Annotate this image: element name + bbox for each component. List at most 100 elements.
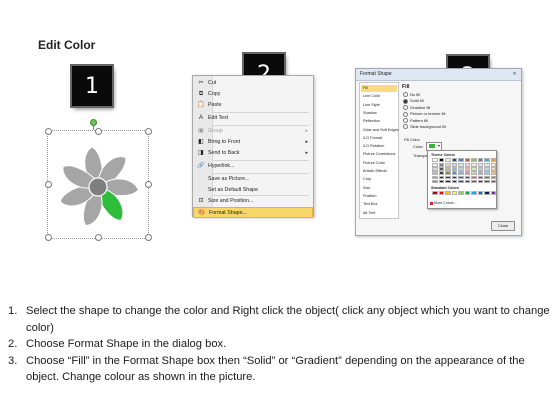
nav-item-line-color[interactable]: Line Color (361, 93, 397, 100)
color-swatch[interactable] (484, 163, 490, 167)
radio-button[interactable] (403, 124, 408, 130)
color-swatch[interactable] (432, 158, 438, 162)
nav-item-size[interactable]: Size (361, 185, 397, 192)
color-swatch[interactable] (451, 175, 458, 180)
color-swatch[interactable] (451, 179, 458, 184)
color-swatch[interactable] (477, 175, 484, 180)
nav-item-3-d-format[interactable]: 3-D Format (361, 135, 397, 142)
context-menu-item-cut[interactable]: ✂ Cut (193, 78, 313, 89)
color-swatch[interactable] (464, 171, 471, 175)
color-swatch[interactable] (458, 179, 464, 184)
color-swatch[interactable] (484, 175, 490, 180)
resize-handle[interactable] (95, 234, 102, 241)
color-swatch[interactable] (445, 179, 451, 184)
color-swatch[interactable] (484, 158, 490, 162)
color-swatch[interactable] (458, 191, 464, 195)
color-swatch[interactable] (490, 171, 497, 175)
color-swatch[interactable] (438, 191, 445, 195)
color-swatch[interactable] (432, 167, 438, 171)
color-swatch[interactable] (432, 171, 438, 175)
color-swatch[interactable] (464, 167, 471, 171)
context-menu-item-hyperlink[interactable]: 🔗 Hyperlink... (193, 161, 313, 172)
close-button[interactable]: Close (491, 221, 515, 231)
color-swatch[interactable] (458, 158, 464, 162)
context-menu-item-edit-text[interactable]: A Edit Text (193, 113, 313, 124)
context-menu-item-group[interactable]: ▣ Group ▸ (193, 126, 313, 137)
color-swatch[interactable] (477, 158, 484, 162)
resize-handle[interactable] (145, 234, 152, 241)
context-menu-item-format-shape[interactable]: 🎨 Format Shape... (193, 207, 313, 218)
color-swatch[interactable] (477, 167, 484, 171)
color-swatch[interactable] (490, 175, 497, 180)
color-swatch[interactable] (438, 167, 445, 171)
nav-item-alt-text[interactable]: Alt Text (361, 210, 397, 217)
fill-option-slide-background-fill[interactable]: Slide background fill (403, 124, 446, 130)
color-swatch[interactable] (451, 158, 458, 162)
color-swatch[interactable] (490, 163, 497, 167)
radio-button[interactable] (403, 118, 408, 124)
radio-button[interactable] (403, 105, 408, 111)
nav-item-reflection[interactable]: Reflection (361, 118, 397, 125)
color-swatch[interactable] (464, 179, 471, 184)
color-swatch[interactable] (432, 191, 438, 195)
context-menu-item-paste[interactable]: 📋 Paste (193, 100, 313, 111)
color-swatch[interactable] (490, 167, 497, 171)
color-swatch[interactable] (445, 158, 451, 162)
more-colors-link[interactable]: More Colors... (434, 201, 457, 205)
color-swatch[interactable] (477, 179, 484, 184)
nav-item-shadow[interactable]: Shadow (361, 110, 397, 117)
resize-handle[interactable] (95, 128, 102, 135)
color-swatch[interactable] (451, 167, 458, 171)
color-swatch[interactable] (445, 191, 451, 195)
color-swatch[interactable] (477, 163, 484, 167)
nav-item-glow-and-soft-edges[interactable]: Glow and Soft Edges (361, 127, 399, 134)
color-swatch[interactable] (477, 171, 484, 175)
radio-button[interactable] (403, 98, 408, 104)
nav-item-3-d-rotation[interactable]: 3-D Rotation (361, 143, 397, 150)
color-swatch[interactable] (464, 191, 471, 195)
close-icon[interactable]: ✕ (511, 71, 518, 77)
color-swatch[interactable] (438, 175, 445, 180)
color-swatch[interactable] (490, 179, 497, 184)
color-swatch[interactable] (451, 163, 458, 167)
nav-item-picture-corrections[interactable]: Picture Corrections (361, 151, 397, 158)
resize-handle[interactable] (45, 181, 52, 188)
color-swatch[interactable] (438, 179, 445, 184)
color-swatch[interactable] (490, 158, 497, 162)
resize-handle[interactable] (145, 181, 152, 188)
context-menu-item-send-to-back[interactable]: ◨ Send to Back ▸ (193, 148, 313, 159)
color-swatch[interactable] (464, 158, 471, 162)
fill-option-solid-fill[interactable]: Solid fill (403, 98, 424, 104)
nav-item-crop[interactable]: Crop (361, 176, 397, 183)
selected-shape-frame[interactable] (45, 128, 152, 241)
rotation-handle[interactable] (90, 119, 97, 126)
color-swatch[interactable] (471, 175, 477, 180)
color-swatch[interactable] (484, 179, 490, 184)
nav-item-picture-color[interactable]: Picture Color (361, 160, 397, 167)
color-swatch[interactable] (484, 171, 490, 175)
color-swatch[interactable] (471, 191, 477, 195)
color-swatch[interactable] (464, 175, 471, 180)
color-swatch[interactable] (445, 175, 451, 180)
color-swatch[interactable] (490, 191, 497, 195)
color-swatch[interactable] (451, 171, 458, 175)
radio-button[interactable] (403, 92, 408, 98)
pinwheel-hub[interactable] (88, 177, 108, 197)
color-swatch[interactable] (484, 167, 490, 171)
context-menu-item-bring-to-front[interactable]: ◧ Bring to Front ▸ (193, 137, 313, 148)
color-swatch[interactable] (445, 163, 451, 167)
color-swatch[interactable] (432, 163, 438, 167)
color-swatch[interactable] (438, 163, 445, 167)
color-swatch[interactable] (458, 175, 464, 180)
color-swatch[interactable] (471, 158, 477, 162)
nav-item-fill[interactable]: Fill (361, 85, 397, 92)
color-swatch[interactable] (432, 179, 438, 184)
color-swatch[interactable] (471, 163, 477, 167)
color-swatch[interactable] (458, 163, 464, 167)
radio-button[interactable] (403, 111, 408, 117)
color-swatch[interactable] (484, 191, 490, 195)
resize-handle[interactable] (45, 128, 52, 135)
color-swatch[interactable] (451, 191, 458, 195)
color-swatch[interactable] (445, 171, 451, 175)
resize-handle[interactable] (45, 234, 52, 241)
